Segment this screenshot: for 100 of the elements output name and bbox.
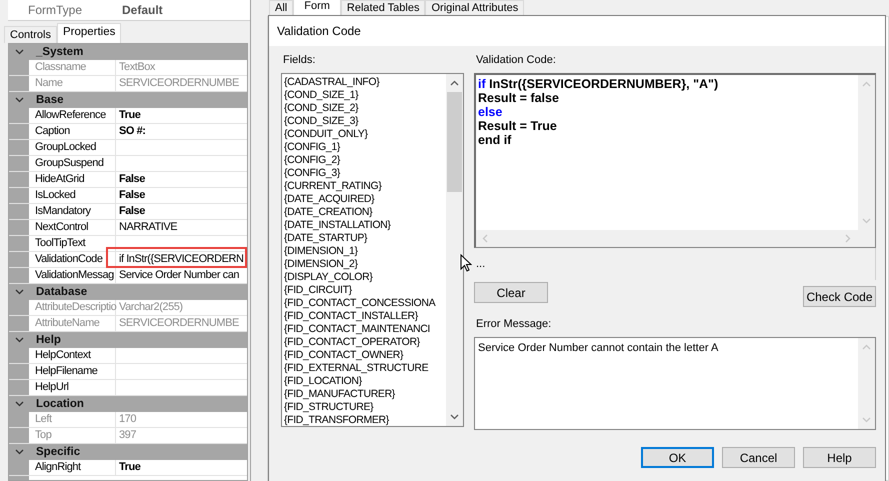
dialog-button[interactable]: Help	[803, 447, 876, 468]
field-label: Error Message:	[475, 318, 552, 332]
code-line: Result = false	[478, 91, 560, 105]
property-name: ValidationCode	[29, 252, 116, 267]
dialog-button[interactable]: Cancel	[722, 447, 795, 468]
property-value[interactable]: if InStr({SERVICEORDERN	[119, 253, 244, 265]
list-item[interactable]: {FID_CONTACT_CONCESSIONA	[284, 297, 446, 310]
tab[interactable]: All	[269, 0, 294, 16]
list-item[interactable]: {FID_CONTACT_OPERATOR}	[284, 336, 446, 349]
code-line: if InStr({SERVICEORDERNUMBER}, "A")	[478, 77, 720, 91]
property-name: GroupLocked	[29, 140, 116, 155]
scrollbar[interactable]	[446, 74, 463, 426]
property-name: FormType	[27, 3, 84, 17]
property-name: NextControl	[29, 220, 116, 235]
clear-button[interactable]: Clear	[474, 282, 548, 303]
chevron-down-icon[interactable]	[14, 336, 24, 342]
dialog-button[interactable]: OK	[641, 447, 714, 468]
code-line: end if	[478, 133, 512, 147]
chevron-down-icon[interactable]	[14, 48, 24, 54]
property-value: Default	[122, 3, 163, 17]
list-item[interactable]: {DATE_INSTALLATION}	[284, 219, 446, 232]
tab[interactable]: Related Tables	[340, 0, 426, 16]
list-item[interactable]: {DATE_ACQUIRED}	[284, 193, 446, 206]
property-name: GroupSuspend	[29, 156, 116, 171]
list-item[interactable]: {COND_SIZE_3}	[284, 115, 446, 128]
tab[interactable]: Properties	[56, 23, 122, 43]
category-header[interactable]: Help	[29, 332, 61, 347]
chevron-right-icon	[845, 234, 851, 243]
chevron-down-icon[interactable]	[14, 448, 24, 454]
property-name: ValidationMessag	[29, 268, 116, 283]
property-name: AlignRight	[29, 460, 116, 475]
status-text: ...	[476, 258, 486, 270]
property-name: AttributeName	[29, 316, 116, 331]
tab[interactable]: Controls	[4, 26, 57, 43]
list-item[interactable]: {COND_SIZE_2}	[284, 102, 446, 115]
chevron-up-icon	[450, 80, 459, 86]
property-value[interactable]: False	[119, 173, 145, 185]
fields-list[interactable]	[281, 73, 464, 427]
field-label: Fields:	[282, 54, 316, 68]
chevron-down-icon[interactable]	[14, 288, 24, 294]
property-value[interactable]: Service Order Number can	[119, 269, 240, 281]
list-item[interactable]: {CONFIG_1}	[284, 141, 446, 154]
list-item[interactable]: {FID_MANUFACTURER}	[284, 388, 446, 401]
list-item[interactable]: {FID_CONTACT_OWNER}	[284, 349, 446, 362]
category-header[interactable]: Base	[29, 92, 64, 107]
list-item[interactable]: {CONDUIT_ONLY}	[284, 128, 446, 141]
list-item[interactable]: {CURRENT_RATING}	[284, 180, 446, 193]
window-title: Validation Code	[269, 16, 885, 46]
list-item[interactable]: {DIMENSION_1}	[284, 245, 446, 258]
property-name: AllowReference	[29, 108, 116, 123]
chevron-down-icon	[450, 414, 459, 420]
property-name: Top	[29, 428, 116, 443]
property-name: IsMandatory	[29, 204, 116, 219]
list-item[interactable]: {DATE_STARTUP}	[284, 232, 446, 245]
field-value: Service Order Number cannot contain the letter A	[477, 341, 720, 356]
field-label: Validation Code:	[475, 54, 557, 68]
code-line: else	[478, 105, 504, 119]
list-item[interactable]: {FID_LOCATION}	[284, 375, 446, 388]
list-item[interactable]: {DIMENSION_2}	[284, 258, 446, 271]
list-item[interactable]: {FID_STRUCTURE}	[284, 401, 446, 414]
property-value[interactable]: False	[119, 189, 145, 201]
tab[interactable]: Form	[293, 0, 341, 16]
property-value[interactable]: True	[119, 461, 140, 473]
list-item[interactable]: {FID_CONTACT_MAINTENANCI	[284, 323, 446, 336]
property-name: Classname	[29, 60, 116, 75]
chevron-down-icon[interactable]	[14, 400, 24, 406]
tab[interactable]: Original Attributes	[425, 0, 524, 16]
list-item[interactable]: {COND_SIZE_1}	[284, 89, 446, 102]
chevron-down-icon[interactable]	[14, 96, 24, 102]
list-item[interactable]: {FID_TRANSFORMER}	[284, 414, 446, 426]
property-name: IsLocked	[29, 188, 116, 203]
list-item[interactable]: {FID_EXTERNAL_STRUCTURE	[284, 362, 446, 375]
property-name: HideAtGrid	[29, 172, 116, 187]
list-item[interactable]: {DATE_CREATION}	[284, 206, 446, 219]
property-name: HelpContext	[29, 348, 116, 363]
code-editor[interactable]: if InStr({SERVICEORDERNUMBER}, "A") Result = false else Result = True end if	[474, 73, 876, 248]
property-name: ToolTipText	[29, 236, 116, 251]
chevron-down-icon	[862, 218, 871, 224]
pointer-icon	[460, 254, 472, 272]
chevron-left-icon	[482, 234, 488, 243]
property-value[interactable]: SO #:	[119, 125, 146, 137]
chevron-up-icon	[862, 344, 871, 350]
error-message-field[interactable]: Service Order Number cannot contain the letter A	[474, 337, 876, 430]
chevron-up-icon	[862, 81, 871, 87]
check-code-button[interactable]: Check Code	[803, 286, 876, 307]
list-item[interactable]: {DISPLAY_COLOR}	[284, 271, 446, 284]
property-value[interactable]: False	[119, 205, 145, 217]
property-name: Caption	[29, 124, 116, 139]
property-value[interactable]: NARRATIVE	[119, 221, 178, 233]
property-name: Name	[29, 76, 116, 91]
list-item[interactable]: {CONFIG_3}	[284, 167, 446, 180]
property-name: Left	[29, 412, 116, 427]
chevron-down-icon	[862, 417, 871, 423]
list-item[interactable]: {CADASTRAL_INFO}	[284, 76, 446, 89]
property-name: HelpFilename	[29, 364, 116, 379]
property-value[interactable]: True	[119, 109, 140, 121]
property-name: HelpUrl	[29, 380, 116, 395]
list-item[interactable]: {FID_CIRCUIT}	[284, 284, 446, 297]
list-item[interactable]: {FID_CONTACT_INSTALLER}	[284, 310, 446, 323]
list-item[interactable]: {CONFIG_2}	[284, 154, 446, 167]
